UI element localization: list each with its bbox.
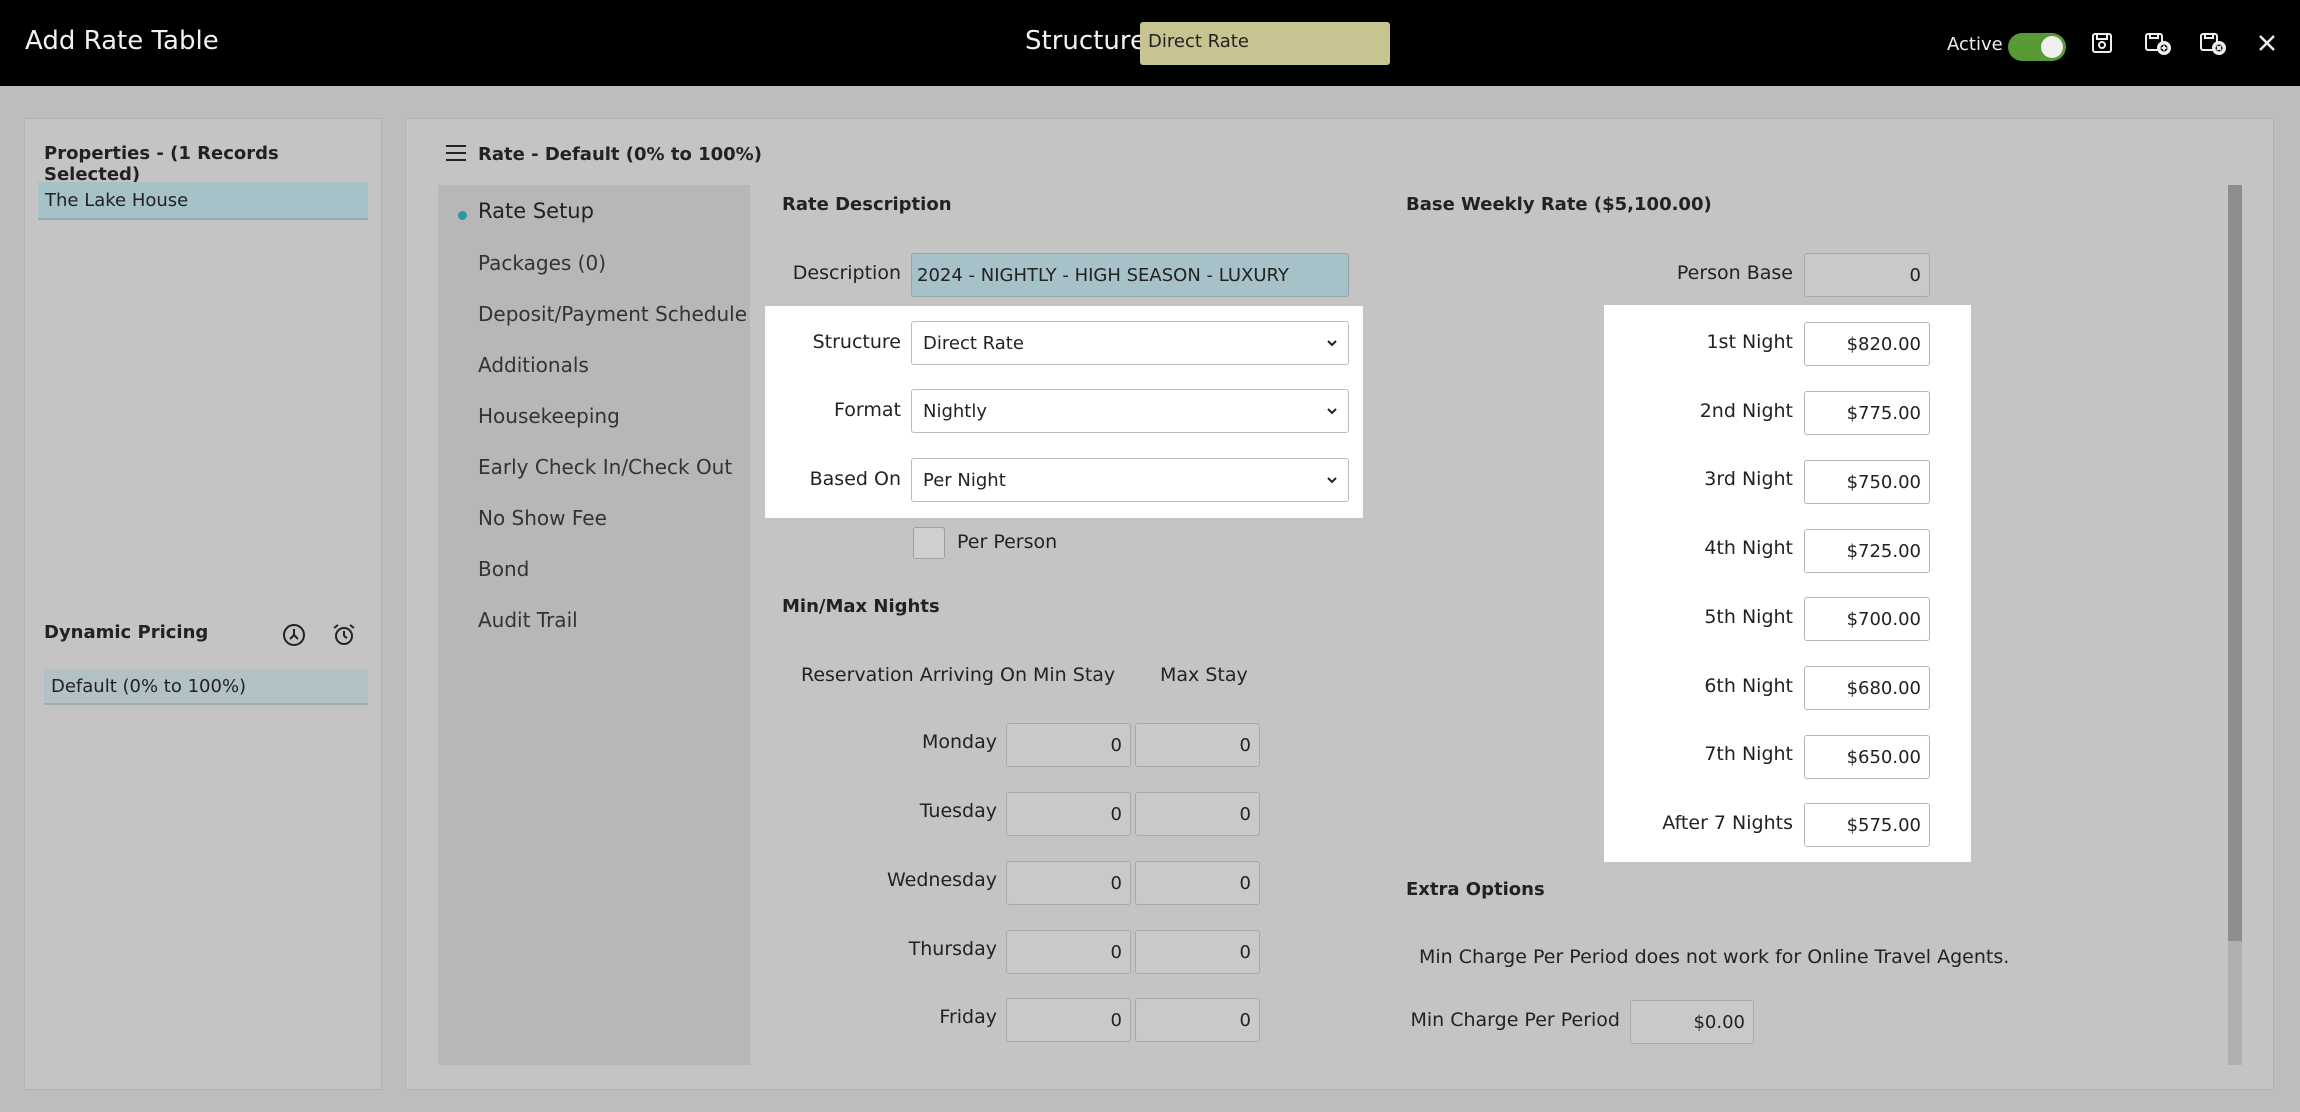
toggle-knob [2041, 36, 2063, 58]
night-label: 1st Night [1706, 331, 1793, 353]
based-on-label: Based On [809, 468, 901, 490]
night-rate-input[interactable]: $820.00 [1804, 322, 1930, 366]
rate-panel: Rate - Default (0% to 100%) Rate Setup P… [405, 118, 2274, 1090]
active-dot-icon [458, 211, 467, 220]
chevron-down-icon [1327, 408, 1337, 415]
min-stay-input[interactable]: 0 [1006, 998, 1131, 1042]
night-label: After 7 Nights [1662, 812, 1793, 834]
min-stay-input[interactable]: 0 [1006, 930, 1131, 974]
day-label: Tuesday [919, 800, 997, 822]
day-label: Wednesday [886, 869, 997, 891]
per-person-label: Per Person [957, 531, 1058, 553]
night-rate-input[interactable]: $650.00 [1804, 735, 1930, 779]
night-rate-input[interactable]: $680.00 [1804, 666, 1930, 710]
nav-item-housekeeping[interactable]: Housekeeping [478, 404, 620, 428]
format-select-value: Nightly [923, 401, 988, 422]
day-label: Monday [921, 731, 997, 753]
person-base-label: Person Base [1676, 262, 1793, 284]
column-min-stay: Min Stay [1033, 664, 1116, 686]
format-select[interactable]: Nightly [911, 389, 1349, 433]
structure-select[interactable]: Direct Rate [911, 321, 1349, 365]
nav-item-bond[interactable]: Bond [478, 557, 529, 581]
min-stay-input[interactable]: 0 [1006, 792, 1131, 836]
structure-title-value: Direct Rate [1140, 22, 1390, 65]
day-label: Friday [939, 1006, 997, 1028]
min-charge-label: Min Charge Per Period [1410, 1009, 1620, 1031]
per-person-checkbox[interactable] [913, 527, 945, 559]
dynamic-pricing-heading: Dynamic Pricing [44, 622, 209, 643]
gauge-icon[interactable] [281, 622, 307, 648]
max-stay-input[interactable]: 0 [1135, 998, 1260, 1042]
structure-select-value: Direct Rate [923, 333, 1024, 354]
scroll-thumb[interactable] [2228, 185, 2242, 941]
night-label: 4th Night [1704, 537, 1793, 559]
night-label: 5th Night [1704, 606, 1793, 628]
nav-item-audit-trail[interactable]: Audit Trail [478, 608, 578, 632]
format-label: Format [834, 399, 901, 421]
min-stay-input[interactable]: 0 [1006, 723, 1131, 767]
night-label: 7th Night [1704, 743, 1793, 765]
chevron-down-icon [1327, 340, 1337, 347]
properties-heading: Properties - (1 Records Selected) [44, 143, 279, 185]
column-max-stay: Max Stay [1160, 664, 1248, 686]
night-rate-input[interactable]: $575.00 [1804, 803, 1930, 847]
night-rate-input[interactable]: $775.00 [1804, 391, 1930, 435]
nav-item-deposit-payment-schedule[interactable]: Deposit/Payment Schedule [478, 302, 747, 326]
night-rate-input[interactable]: $700.00 [1804, 597, 1930, 641]
extra-options-title: Extra Options [1406, 879, 1545, 900]
min-charge-note: Min Charge Per Period does not work for … [1419, 946, 2010, 968]
night-label: 2nd Night [1699, 400, 1793, 422]
structure-title-label: Structure [1025, 26, 1146, 56]
rate-nav: Rate Setup Packages (0) Deposit/Payment … [438, 185, 750, 1065]
column-reservation-arriving: Reservation Arriving On [801, 664, 1027, 686]
night-rate-input[interactable]: $725.00 [1804, 529, 1930, 573]
save-icon[interactable] [2087, 28, 2117, 58]
hamburger-menu-icon[interactable] [446, 145, 466, 163]
nav-item-packages[interactable]: Packages (0) [478, 251, 606, 275]
max-stay-input[interactable]: 0 [1135, 861, 1260, 905]
alarm-clock-icon[interactable] [331, 622, 357, 648]
nav-item-no-show-fee[interactable]: No Show Fee [478, 506, 607, 530]
top-bar: Add Rate Table Structure Direct Rate Act… [0, 0, 2300, 86]
min-max-nights-title: Min/Max Nights [782, 596, 940, 617]
properties-panel: Properties - (1 Records Selected) The La… [24, 118, 382, 1090]
nav-item-early-check-in-out[interactable]: Early Check In/Check Out [478, 455, 732, 479]
save-and-new-icon[interactable] [2143, 28, 2173, 58]
nav-item-additionals[interactable]: Additionals [478, 353, 589, 377]
description-label: Description [792, 262, 901, 284]
active-label: Active [1947, 34, 2003, 55]
description-input[interactable]: 2024 - NIGHTLY - HIGH SEASON - LUXURY [911, 253, 1349, 297]
based-on-select[interactable]: Per Night [911, 458, 1349, 502]
content-scrollbar[interactable] [2228, 185, 2242, 1065]
max-stay-input[interactable]: 0 [1135, 792, 1260, 836]
day-label: Thursday [908, 938, 997, 960]
max-stay-input[interactable]: 0 [1135, 930, 1260, 974]
based-on-select-value: Per Night [923, 470, 1006, 491]
person-base-input[interactable]: 0 [1804, 253, 1930, 297]
rate-description-title: Rate Description [782, 194, 952, 215]
dynamic-pricing-item[interactable]: Default (0% to 100%) [44, 669, 368, 705]
max-stay-input[interactable]: 0 [1135, 723, 1260, 767]
min-stay-input[interactable]: 0 [1006, 861, 1131, 905]
close-icon[interactable] [2252, 28, 2282, 58]
base-weekly-rate-title: Base Weekly Rate ($5,100.00) [1406, 194, 1712, 215]
min-charge-input[interactable]: $0.00 [1630, 1000, 1754, 1044]
night-rate-input[interactable]: $750.00 [1804, 460, 1930, 504]
save-and-close-icon[interactable] [2198, 28, 2228, 58]
structure-label: Structure [812, 331, 901, 353]
property-item-selected[interactable]: The Lake House [38, 182, 368, 220]
nav-item-rate-setup[interactable]: Rate Setup [478, 199, 594, 223]
page-title: Add Rate Table [25, 26, 219, 56]
night-label: 3rd Night [1704, 468, 1793, 490]
chevron-down-icon [1327, 477, 1337, 484]
rate-header: Rate - Default (0% to 100%) [478, 144, 762, 165]
night-label: 6th Night [1704, 675, 1793, 697]
active-toggle[interactable] [2008, 33, 2066, 61]
